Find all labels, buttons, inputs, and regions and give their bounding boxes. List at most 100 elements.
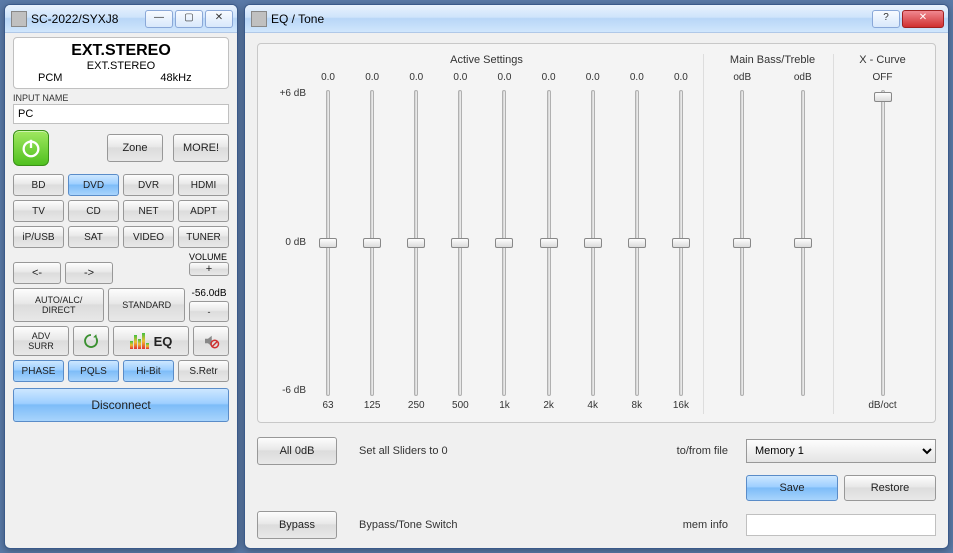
band-freq-2k: 2k (543, 400, 554, 414)
band-value-125: 0.0 (365, 72, 379, 86)
app-icon (11, 11, 27, 27)
band-slider-500[interactable] (451, 90, 469, 396)
input-bd[interactable]: BD (13, 174, 64, 196)
eq-window: EQ / Tone ? ✕ +6 dB 0 dB -6 dB Active Se… (244, 4, 949, 549)
band-freq-8k: 8k (632, 400, 643, 414)
to-from-file-label: to/from file (614, 445, 734, 457)
x-curve-value: OFF (873, 72, 893, 86)
main-window: SC-2022/SYXJ8 — ▢ ✕ EXT.STEREO EXT.STERE… (4, 4, 238, 549)
eq-button[interactable]: EQ (113, 326, 189, 356)
maximize-button[interactable]: ▢ (175, 10, 203, 28)
input-tuner[interactable]: TUNER (178, 226, 229, 248)
band-value-1k: 0.0 (498, 72, 512, 86)
memory-select[interactable]: Memory 1 (746, 439, 936, 463)
power-button[interactable] (13, 130, 49, 166)
input-net[interactable]: NET (123, 200, 174, 222)
all-0db-button[interactable]: All 0dB (257, 437, 337, 465)
help-button[interactable]: ? (872, 10, 900, 28)
restore-button[interactable]: Restore (844, 475, 936, 501)
refresh-button[interactable] (73, 326, 109, 356)
hibit-button[interactable]: Hi-Bit (123, 360, 174, 382)
input-grid: BD DVD DVR HDMI TV CD NET ADPT iP/USB SA… (13, 174, 229, 248)
eq-icon (130, 333, 150, 349)
eq-close-button[interactable]: ✕ (902, 10, 944, 28)
prev-button[interactable]: <- (13, 262, 61, 284)
eq-frame: +6 dB 0 dB -6 dB Active Settings 0.0630.… (257, 43, 936, 423)
input-video[interactable]: VIDEO (123, 226, 174, 248)
adv-surr-button[interactable]: ADV SURR (13, 326, 69, 356)
band-freq-16k: 16k (673, 400, 689, 414)
band-slider-4k[interactable] (584, 90, 602, 396)
disconnect-button[interactable]: Disconnect (13, 388, 229, 422)
band-value-4k: 0.0 (586, 72, 600, 86)
band-slider-2k[interactable] (540, 90, 558, 396)
zone-button[interactable]: Zone (107, 134, 163, 162)
band-value-16k: 0.0 (674, 72, 688, 86)
mem-info-label: mem info (614, 519, 734, 531)
codec-label: PCM (20, 72, 130, 84)
input-cd[interactable]: CD (68, 200, 119, 222)
eq-titlebar[interactable]: EQ / Tone ? ✕ (245, 5, 948, 33)
band-slider-250[interactable] (407, 90, 425, 396)
main-titlebar[interactable]: SC-2022/SYXJ8 — ▢ ✕ (5, 5, 237, 33)
input-name-label: INPUT NAME (13, 93, 229, 103)
power-icon (20, 137, 42, 159)
band-slider-1k[interactable] (495, 90, 513, 396)
save-button[interactable]: Save (746, 475, 838, 501)
x-curve-label: X - Curve (859, 54, 905, 66)
more-button[interactable]: MORE! (173, 134, 229, 162)
sretr-button[interactable]: S.Retr (178, 360, 229, 382)
phase-button[interactable]: PHASE (13, 360, 64, 382)
bass-slider[interactable] (733, 90, 751, 396)
input-adpt[interactable]: ADPT (178, 200, 229, 222)
band-value-8k: 0.0 (630, 72, 644, 86)
close-button[interactable]: ✕ (205, 10, 233, 28)
next-button[interactable]: -> (65, 262, 113, 284)
volume-value: -56.0dB (189, 288, 229, 299)
input-sat[interactable]: SAT (68, 226, 119, 248)
mode-subtitle: EXT.STEREO (20, 60, 222, 72)
volume-up-button[interactable]: + (189, 262, 229, 276)
band-freq-250: 250 (408, 400, 425, 414)
band-freq-125: 125 (364, 400, 381, 414)
band-freq-500: 500 (452, 400, 469, 414)
bypass-label: Bypass/Tone Switch (359, 519, 602, 531)
display-panel: EXT.STEREO EXT.STEREO PCM 48kHz (13, 37, 229, 89)
cancel-speaker-button[interactable] (193, 326, 229, 356)
main-title: SC-2022/SYXJ8 (31, 12, 145, 26)
treble-slider[interactable] (794, 90, 812, 396)
app-icon (251, 11, 267, 27)
minimize-button[interactable]: — (145, 10, 173, 28)
input-dvr[interactable]: DVR (123, 174, 174, 196)
input-hdmi[interactable]: HDMI (178, 174, 229, 196)
volume-label: VOLUME (13, 252, 227, 262)
bass-value: odB (733, 72, 751, 86)
bass-treble-label: Main Bass/Treble (730, 54, 815, 66)
band-freq-63: 63 (322, 400, 333, 414)
mode-title: EXT.STEREO (20, 42, 222, 60)
treble-value: odB (794, 72, 812, 86)
band-slider-63[interactable] (319, 90, 337, 396)
band-slider-8k[interactable] (628, 90, 646, 396)
eq-title: EQ / Tone (271, 12, 872, 26)
x-curve-slider[interactable] (874, 90, 892, 396)
input-tv[interactable]: TV (13, 200, 64, 222)
input-name-field[interactable] (13, 104, 229, 124)
active-settings-label: Active Settings (450, 54, 523, 66)
bypass-button[interactable]: Bypass (257, 511, 337, 539)
band-slider-16k[interactable] (672, 90, 690, 396)
input-ipusb[interactable]: iP/USB (13, 226, 64, 248)
x-curve-unit: dB/oct (868, 400, 896, 414)
mem-info-field[interactable] (746, 514, 936, 536)
band-freq-1k: 1k (499, 400, 510, 414)
standard-button[interactable]: STANDARD (108, 288, 185, 322)
band-value-250: 0.0 (409, 72, 423, 86)
pqls-button[interactable]: PQLS (68, 360, 119, 382)
auto-alc-direct-button[interactable]: AUTO/ALC/ DIRECT (13, 288, 104, 322)
band-value-63: 0.0 (321, 72, 335, 86)
input-dvd[interactable]: DVD (68, 174, 119, 196)
band-slider-125[interactable] (363, 90, 381, 396)
volume-down-button[interactable]: - (189, 301, 229, 322)
refresh-icon (82, 332, 100, 350)
speaker-cancel-icon (202, 332, 220, 350)
